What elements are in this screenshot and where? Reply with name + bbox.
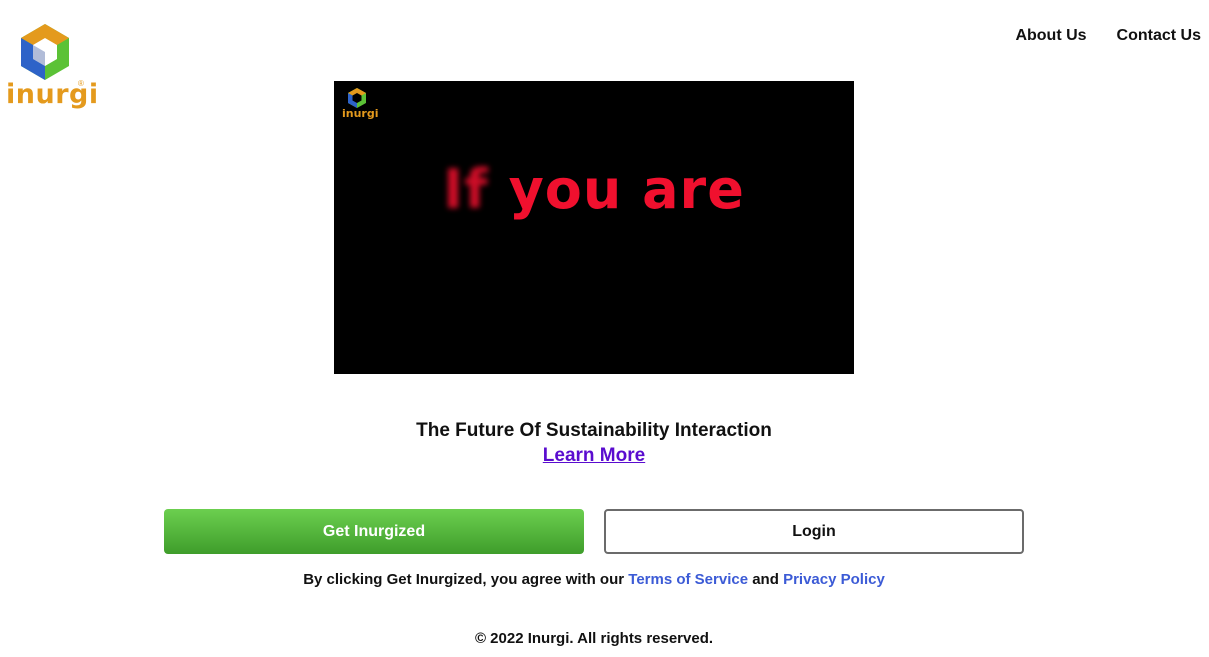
agreement-and: and: [752, 571, 779, 588]
video-caption-blurred-word: If: [443, 158, 489, 221]
learn-more-link[interactable]: Learn More: [543, 445, 645, 466]
nav-about-us-link[interactable]: About Us: [1015, 26, 1086, 46]
agreement-prefix: By clicking Get Inurgized, you agree wit…: [303, 571, 625, 588]
terms-agreement-text: By clicking Get Inurgized, you agree wit…: [0, 570, 1188, 590]
hero-tagline: The Future Of Sustainability Interaction: [416, 420, 772, 441]
learn-more-container: Learn More: [0, 444, 1188, 468]
video-watermark-logo: inurgi: [342, 87, 379, 123]
intro-video-player[interactable]: inurgi If you are: [334, 81, 854, 374]
video-hexagon-logo-icon: [348, 88, 366, 108]
video-logo-wordmark: inurgi: [342, 107, 379, 120]
landing-page: inurgi ® About Us Contact Us inurgi If y…: [0, 0, 1209, 657]
terms-of-service-link[interactable]: Terms of Service: [628, 571, 748, 588]
logo-wordmark: inurgi: [6, 79, 99, 110]
video-caption: If you are: [334, 157, 854, 223]
video-caption-sharp-words: you are: [508, 158, 745, 221]
hexagon-logo-icon: [21, 24, 69, 80]
registered-mark: ®: [78, 79, 84, 88]
nav-contact-us-link[interactable]: Contact Us: [1117, 26, 1201, 46]
site-logo[interactable]: inurgi ®: [6, 22, 99, 118]
footer-copyright: © 2022 Inurgi. All rights reserved.: [474, 630, 714, 647]
privacy-policy-link[interactable]: Privacy Policy: [783, 571, 885, 588]
login-button[interactable]: Login: [604, 509, 1024, 554]
get-inurgized-button[interactable]: Get Inurgized: [164, 509, 584, 554]
top-nav: About Us Contact Us: [1015, 26, 1201, 46]
